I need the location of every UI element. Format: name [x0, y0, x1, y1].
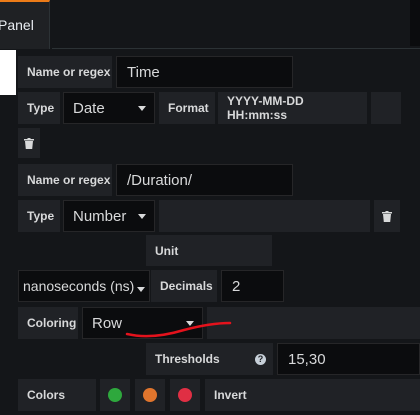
tab-strip: Panel	[0, 0, 420, 50]
rule1-name-label-text: Name or regex	[27, 65, 111, 79]
chevron-down-icon	[137, 286, 145, 292]
rule2-unit-value: nanoseconds (ns)	[23, 278, 135, 294]
rule2-name-input[interactable]: /Duration/	[116, 164, 293, 196]
rule2-name-label-text: Name or regex	[27, 173, 111, 187]
table-column-styles-editor: Panel Name or regex Time Type Date Forma…	[0, 0, 420, 415]
rule2-delete-button[interactable]	[374, 200, 400, 232]
rule1-name-label: Name or regex	[18, 56, 112, 88]
rule2-decimals-value: 2	[232, 277, 241, 295]
color-swatch-orange[interactable]	[135, 379, 165, 411]
rule2-thresholds-input[interactable]: 15,30	[277, 343, 420, 375]
rule2-thresholds-value: 15,30	[288, 350, 326, 368]
rule2-decimals-label: Decimals	[151, 270, 217, 302]
rule1-type-label-text: Type	[27, 101, 55, 115]
rule2-name-label: Name or regex	[18, 164, 112, 196]
color-dot-green	[108, 388, 122, 402]
rule1-filler	[371, 92, 401, 124]
rule2-colors-label: Colors	[18, 379, 96, 411]
rule2-type-label: Type	[18, 200, 60, 232]
rule1-delete-button[interactable]	[18, 128, 40, 158]
tab-panel[interactable]: Panel	[0, 0, 50, 49]
rule1-format-value: YYYY-MM-DD HH:mm:ss	[227, 94, 304, 122]
rule2-type-select[interactable]: Number	[63, 200, 155, 232]
annotation-underline	[125, 321, 232, 338]
color-swatch-red[interactable]	[170, 379, 200, 411]
rule1-type-label: Type	[18, 92, 60, 124]
rule1-format-label-text: Format	[168, 101, 209, 115]
rule2-invert-button[interactable]: Invert	[205, 379, 420, 411]
rule1-name-input[interactable]: Time	[116, 56, 293, 88]
rule2-coloring-filler	[207, 307, 420, 339]
rule1-type-select[interactable]: Date	[63, 92, 155, 124]
rule1-format-label: Format	[159, 92, 215, 124]
rule1-type-value: Date	[73, 99, 105, 117]
rule2-unit-label-text: Unit	[155, 243, 179, 258]
color-swatch-green[interactable]	[100, 379, 130, 411]
rule2-type-label-text: Type	[27, 209, 55, 223]
rule2-thresholds-label-text: Thresholds	[155, 352, 220, 366]
rule2-decimals-label-text: Decimals	[160, 279, 213, 293]
chevron-down-icon	[138, 213, 146, 219]
color-dot-red	[178, 388, 192, 402]
rule1-name-value: Time	[127, 63, 160, 81]
rule2-colors-label-text: Colors	[27, 388, 66, 402]
trash-icon	[382, 210, 392, 222]
trash-icon	[24, 137, 34, 149]
rule2-invert-label-text: Invert	[214, 388, 247, 402]
tab-divider	[52, 48, 420, 49]
rule2-coloring-label: Coloring	[18, 307, 78, 339]
chevron-down-icon	[138, 105, 146, 111]
help-circle-icon[interactable]: ?	[255, 353, 266, 365]
rule2-unit-label: Unit	[146, 235, 272, 266]
tab-panel-label: Panel	[0, 17, 34, 33]
rule2-thresholds-label: Thresholds ?	[146, 343, 273, 375]
style-rules-content: Name or regex Time Type Date Format YYYY…	[16, 50, 420, 415]
rule1-format-input[interactable]: YYYY-MM-DD HH:mm:ss	[218, 92, 367, 124]
rule2-coloring-value: Row	[92, 314, 123, 332]
rule2-type-filler	[159, 200, 370, 232]
left-gutter	[0, 50, 16, 95]
rule2-coloring-label-text: Coloring	[27, 316, 77, 330]
rule2-decimals-input[interactable]: 2	[221, 270, 284, 302]
tab-strip-edge	[410, 0, 420, 46]
rule2-name-value: /Duration/	[127, 171, 193, 189]
rule2-type-value: Number	[73, 207, 127, 225]
rule2-unit-select[interactable]: nanoseconds (ns)	[18, 270, 150, 302]
color-dot-orange	[143, 388, 157, 402]
